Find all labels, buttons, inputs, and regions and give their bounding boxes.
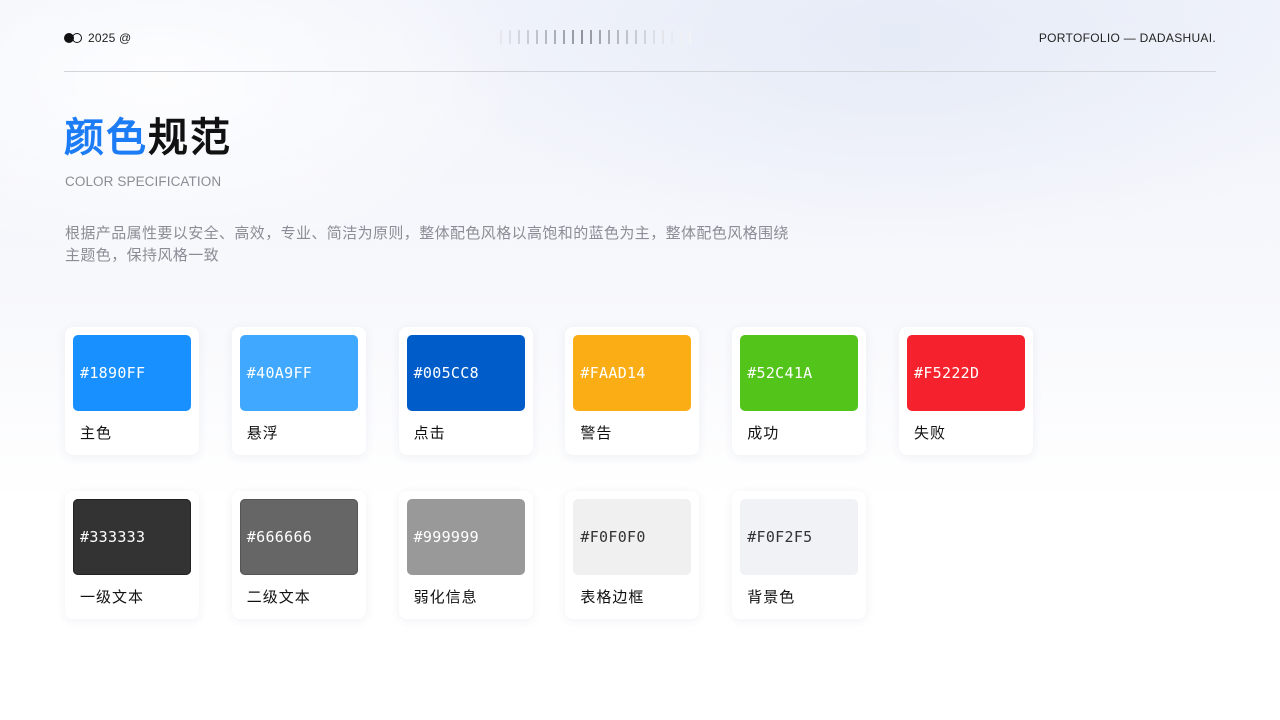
brand-dots-icon	[64, 33, 82, 43]
ruler-tick	[518, 30, 520, 44]
color-card: #666666 二级文本	[231, 491, 366, 619]
color-card: #F0F2F5 背景色	[732, 491, 867, 619]
color-swatch: #FAAD14	[573, 335, 692, 411]
color-swatch: #1890FF	[73, 335, 191, 411]
color-name: 主色	[80, 424, 113, 442]
brand: 2025 @	[64, 31, 131, 45]
ruler-tick	[536, 30, 538, 44]
color-card: #1890FF 主色	[65, 327, 199, 455]
color-swatch: #F0F0F0	[573, 499, 692, 575]
page-subtitle: COLOR SPECIFICATION	[65, 174, 222, 189]
ruler-tick	[545, 30, 547, 44]
color-name: 悬浮	[246, 424, 279, 442]
color-swatch: #F0F2F5	[740, 499, 859, 575]
ruler-tick	[581, 30, 583, 44]
color-name: 弱化信息	[413, 588, 478, 606]
ruler-tick	[662, 30, 664, 44]
ruler-tick	[563, 30, 565, 44]
title-highlight: 颜色	[64, 115, 148, 161]
color-swatch: #005CC8	[406, 335, 525, 411]
color-card: #40A9FF 悬浮	[231, 327, 366, 455]
color-card: #999999 弱化信息	[398, 491, 533, 619]
ruler-tick	[500, 30, 502, 44]
color-card: #F0F0F0 表格边框	[565, 491, 700, 619]
color-card: #333333 一级文本	[65, 491, 199, 619]
ruler-tick	[626, 30, 628, 44]
color-swatch: #52C41A	[740, 335, 859, 411]
page-title: 颜色规范	[64, 112, 232, 164]
color-swatch: #999999	[406, 499, 525, 575]
ruler-tick	[635, 30, 637, 44]
header-divider	[64, 71, 1216, 72]
ruler-tick	[644, 30, 646, 44]
ruler-tick	[689, 30, 691, 44]
ruler-tick	[671, 30, 673, 44]
color-name: 一级文本	[80, 588, 145, 606]
color-card: #005CC8 点击	[398, 327, 533, 455]
header: 2025 @ PORTOFOLIO — DADASHUAI.	[64, 28, 1216, 48]
color-swatch: #666666	[239, 499, 358, 575]
year-label: 2025 @	[88, 31, 132, 45]
tick-ruler-decoration	[500, 30, 691, 44]
color-name: 警告	[580, 424, 613, 442]
color-card: #F5222D 失败	[899, 327, 1033, 455]
color-card: #FAAD14 警告	[565, 327, 700, 455]
color-swatch: #40A9FF	[239, 335, 358, 411]
color-name: 点击	[413, 424, 446, 442]
ruler-tick	[572, 30, 574, 44]
ruler-tick	[599, 30, 601, 44]
ruler-tick	[680, 30, 682, 44]
color-name: 二级文本	[246, 588, 311, 606]
ruler-tick	[617, 30, 619, 44]
title-rest: 规范	[148, 115, 232, 161]
portfolio-label: PORTOFOLIO — DADASHUAI.	[1038, 31, 1216, 45]
color-swatch: #F5222D	[907, 335, 1025, 411]
ruler-tick	[509, 30, 511, 44]
ruler-tick	[608, 30, 610, 44]
ruler-tick	[554, 30, 556, 44]
ruler-tick	[590, 30, 592, 44]
ring-dot-icon	[72, 33, 82, 43]
ruler-tick	[653, 30, 655, 44]
color-card: #52C41A 成功	[732, 327, 867, 455]
color-name: 失败	[914, 424, 947, 442]
ruler-tick	[527, 30, 529, 44]
color-name: 成功	[747, 424, 780, 442]
color-name: 表格边框	[580, 588, 645, 606]
description: 根据产品属性要以安全、高效，专业、简洁为原则，整体配色风格以高饱和的蓝色为主，整…	[65, 224, 789, 264]
color-name: 背景色	[747, 588, 796, 606]
color-swatch: #333333	[73, 499, 191, 575]
